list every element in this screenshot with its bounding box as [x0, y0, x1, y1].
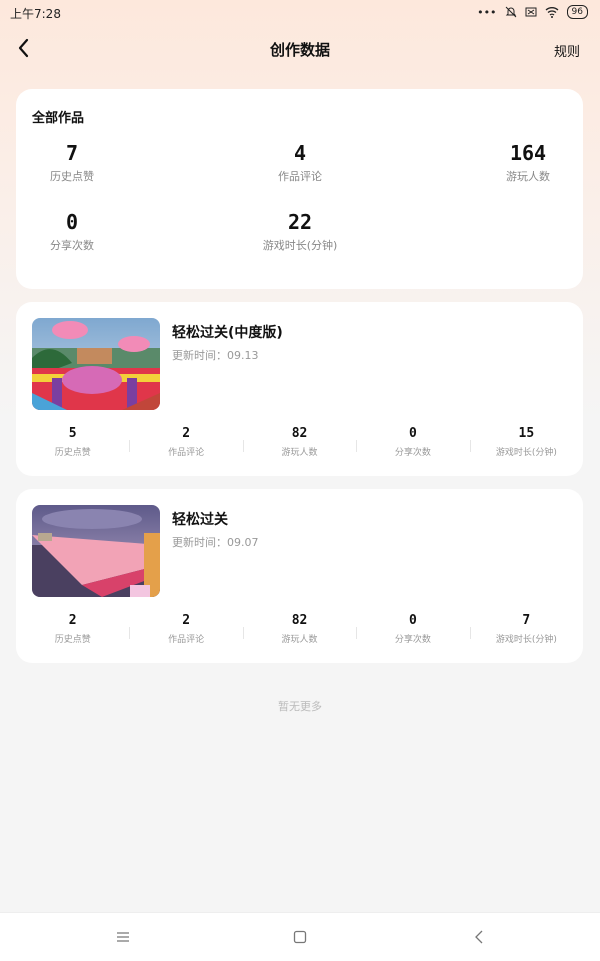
work-stat-value: 2: [68, 613, 77, 628]
no-more-text: 暂无更多: [278, 700, 322, 713]
mute-icon: [505, 6, 516, 18]
work-stat-shares: 0 分享次数: [356, 613, 469, 653]
stat-label: 游玩人数: [506, 170, 550, 183]
stat-value: 4: [293, 141, 307, 165]
rules-link[interactable]: 规则: [554, 41, 580, 60]
summary-title: 全部作品: [32, 111, 85, 126]
work-stat-comments: 2 作品评论: [129, 613, 242, 653]
work-update-time: 更新时间：09.13: [172, 349, 259, 362]
back-icon: [475, 930, 483, 944]
stat-label: 作品评论: [278, 170, 322, 183]
work-stat-value: 0: [409, 426, 417, 441]
work-stat-value: 5: [68, 426, 77, 441]
work-stat-label: 作品评论: [168, 635, 205, 645]
work-stat-value: 0: [409, 613, 417, 628]
work-stat-label: 分享次数: [394, 635, 431, 645]
work-stat-value: 82: [291, 613, 308, 628]
work-card[interactable]: 轻松过关(中度版) 更新时间：09.13 5 历史点赞 2 作品评论 82 游玩人数 …: [16, 302, 583, 476]
work-stat-label: 分享次数: [394, 448, 431, 458]
work-stat-value: 2: [182, 426, 191, 441]
work-thumbnail: [32, 505, 160, 597]
battery-indicator: 96: [566, 5, 588, 19]
stat-value: 164: [509, 141, 547, 165]
status-bar: 上午7:28 ••• 96: [0, 0, 600, 26]
work-stat-value: 15: [518, 426, 535, 441]
status-time: 上午7:28: [10, 7, 61, 21]
work-stat-label: 历史点赞: [54, 448, 91, 458]
work-stat-players: 82 游玩人数: [242, 426, 356, 466]
stat-label: 游戏时长(分钟): [262, 239, 338, 252]
nav-bar: 创作数据 规则: [0, 30, 600, 70]
work-title: 轻松过关: [172, 512, 228, 528]
stat-shares: 0 分享次数: [12, 210, 132, 253]
work-stat-playtime: 15 游戏时长(分钟): [469, 426, 583, 466]
work-stat-likes: 5 历史点赞: [16, 426, 129, 466]
work-stat-likes: 2 历史点赞: [16, 613, 129, 653]
stat-players: 164 游玩人数: [468, 141, 588, 184]
stat-value: 0: [65, 210, 79, 234]
work-title: 轻松过关(中度版): [172, 325, 283, 341]
menu-button[interactable]: [113, 927, 133, 947]
stat-label: 分享次数: [50, 239, 94, 252]
more-icon: •••: [477, 5, 497, 19]
wifi-icon: [545, 7, 558, 18]
summary-card: 全部作品 7 历史点赞 4 作品评论 164 游玩人数 0 分享次数 22 游戏…: [16, 89, 583, 289]
work-stats: 5 历史点赞 2 作品评论 82 游玩人数 0 分享次数 15 游戏时长(分钟): [16, 426, 583, 466]
work-stat-label: 游戏时长(分钟): [495, 448, 557, 458]
stat-playtime: 22 游戏时长(分钟): [240, 210, 360, 253]
stat-value: 22: [287, 210, 313, 234]
work-stat-players: 82 游玩人数: [242, 613, 356, 653]
work-stat-label: 历史点赞: [54, 635, 91, 645]
work-stat-label: 游玩人数: [281, 635, 318, 645]
system-nav-bar: [0, 912, 600, 961]
work-stat-label: 游玩人数: [281, 448, 318, 458]
work-stat-label: 游戏时长(分钟): [495, 635, 557, 645]
stat-likes: 7 历史点赞: [12, 141, 132, 184]
work-update-time: 更新时间：09.07: [172, 536, 259, 549]
stat-comments: 4 作品评论: [240, 141, 360, 184]
work-stat-value: 2: [182, 613, 191, 628]
system-back-button[interactable]: [470, 927, 490, 947]
work-stat-playtime: 7 游戏时长(分钟): [469, 613, 583, 653]
work-stat-value: 7: [522, 613, 531, 628]
menu-icon: [117, 932, 129, 942]
work-thumbnail: [32, 318, 160, 410]
work-stats: 2 历史点赞 2 作品评论 82 游玩人数 0 分享次数 7 游戏时长(分钟): [16, 613, 583, 653]
stat-label: 历史点赞: [50, 170, 94, 183]
stat-value: 7: [65, 141, 79, 165]
page-title: 创作数据: [269, 41, 330, 59]
work-stat-comments: 2 作品评论: [129, 426, 242, 466]
work-card[interactable]: 轻松过关 更新时间：09.07 2 历史点赞 2 作品评论 82 游玩人数 0 分享次数…: [16, 489, 583, 663]
sim-off-icon: [525, 7, 537, 17]
home-button[interactable]: [290, 927, 310, 947]
work-stat-shares: 0 分享次数: [356, 426, 469, 466]
work-stat-label: 作品评论: [168, 448, 205, 458]
home-icon: [293, 930, 307, 944]
work-stat-value: 82: [291, 426, 308, 441]
status-icons: ••• 96: [477, 5, 588, 19]
